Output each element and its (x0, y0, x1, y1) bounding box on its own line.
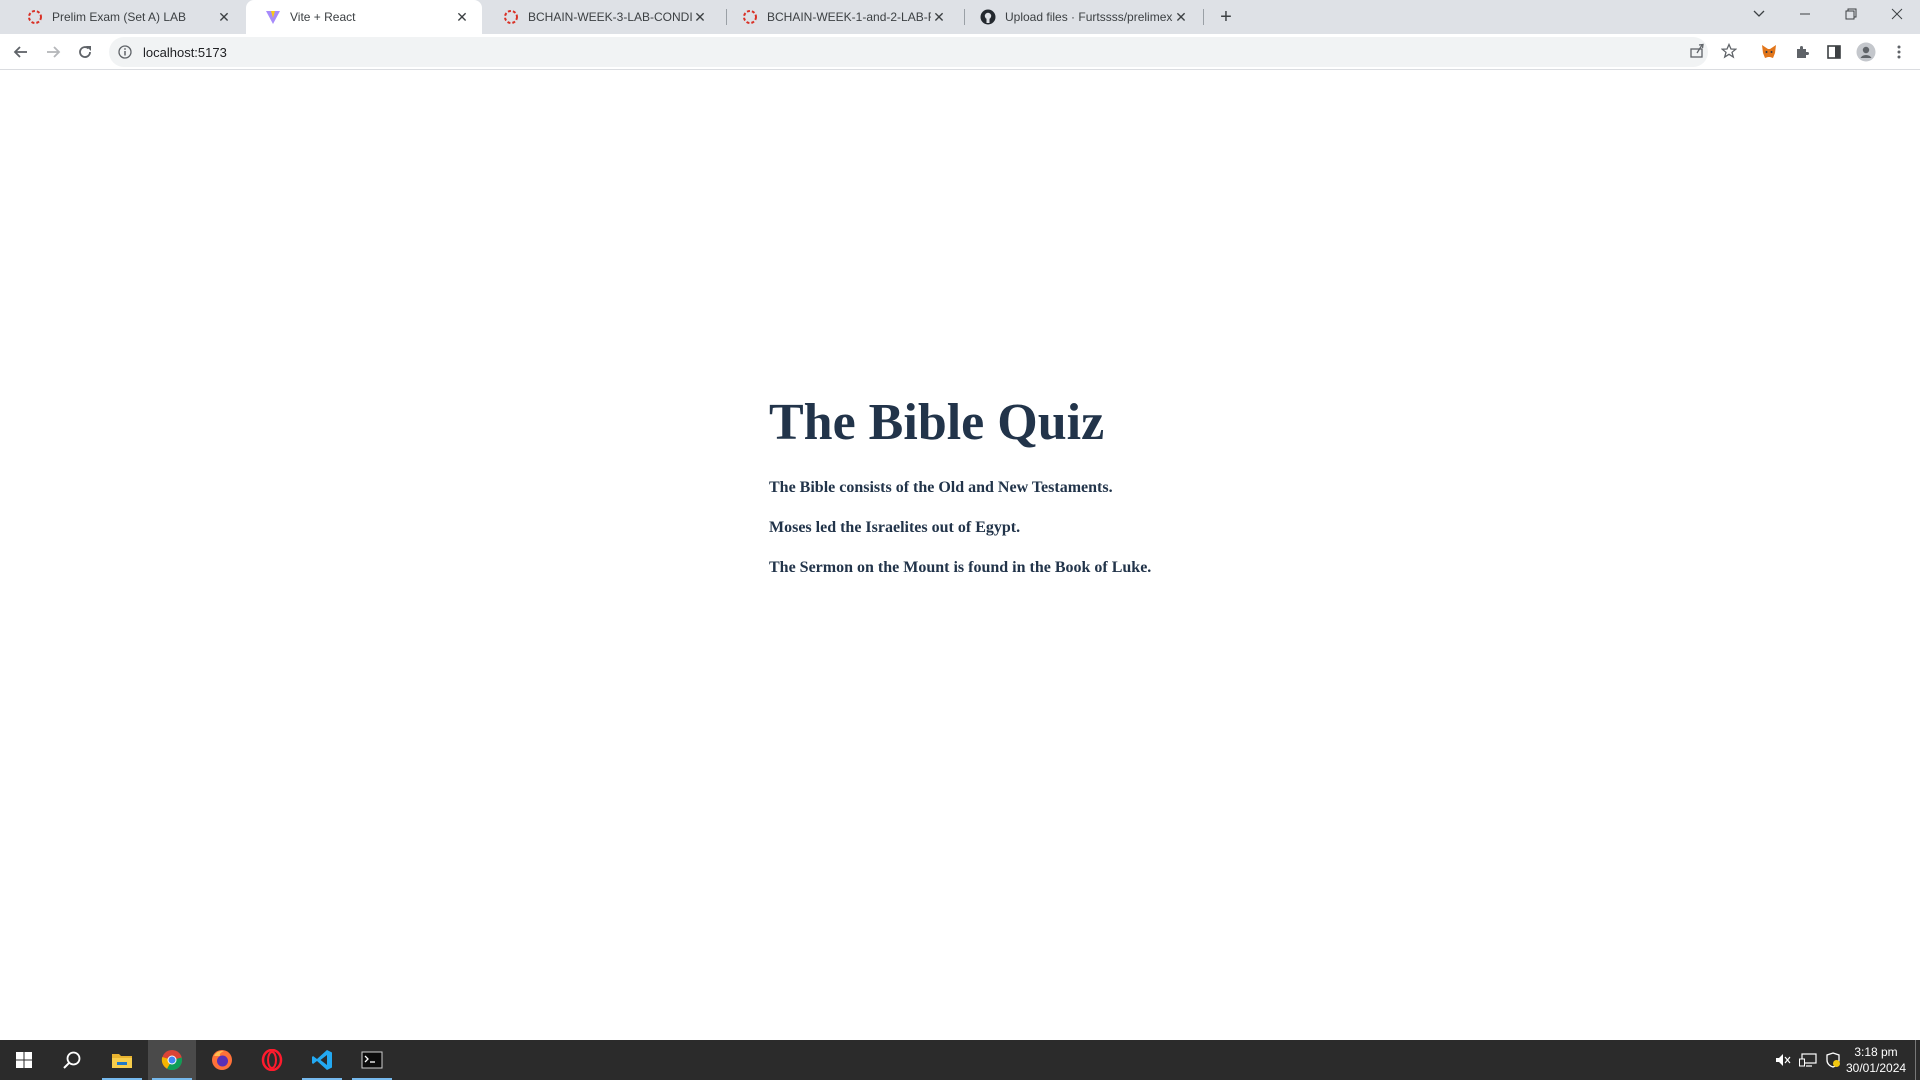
tab-close-icon[interactable]: ✕ (216, 9, 232, 25)
reload-button[interactable] (71, 38, 99, 66)
red-spinner-icon (503, 9, 519, 25)
tab-bchain-week-1-2[interactable]: BCHAIN-WEEK-1-and-2-LAB-REA ✕ (723, 0, 959, 34)
forward-button[interactable] (39, 38, 67, 66)
share-icon[interactable] (1687, 41, 1707, 61)
search-icon[interactable] (48, 1040, 96, 1080)
browser-toolbar: localhost:5173 (0, 34, 1920, 70)
address-bar[interactable]: localhost:5173 (109, 37, 1708, 67)
tab-upload-files[interactable]: Upload files · Furtssss/prelimexam ✕ (961, 0, 1201, 34)
quiz-statement: Moses led the Israelites out of Egypt. (769, 519, 1021, 536)
tab-separator (1203, 9, 1204, 25)
vite-icon (265, 9, 281, 25)
back-button[interactable] (7, 38, 35, 66)
page-title: The Bible Quiz (769, 394, 1105, 451)
github-icon (980, 9, 996, 25)
tab-prelim-exam[interactable]: Prelim Exam (Set A) LAB ✕ (8, 0, 244, 34)
tab-title: Prelim Exam (Set A) LAB (52, 10, 187, 24)
forward-arrow-icon (47, 46, 61, 58)
chrome-icon[interactable] (148, 1040, 196, 1080)
restore-button[interactable] (1828, 0, 1874, 28)
red-spinner-icon (742, 9, 758, 25)
minimize-button[interactable] (1782, 0, 1828, 28)
firefox-icon[interactable] (198, 1040, 246, 1080)
tab-bchain-week-3[interactable]: BCHAIN-WEEK-3-LAB-CONDITIO ✕ (484, 0, 720, 34)
bookmark-star-icon[interactable] (1719, 41, 1739, 61)
taskbar-clock[interactable]: 3:18 pm 30/01/2024 (1846, 1044, 1906, 1076)
terminal-icon[interactable] (348, 1040, 396, 1080)
address-url: localhost:5173 (143, 44, 227, 60)
tab-close-icon[interactable]: ✕ (454, 9, 470, 25)
tab-strip: Prelim Exam (Set A) LAB ✕ Vite + React ✕… (0, 0, 1920, 34)
tab-title: BCHAIN-WEEK-3-LAB-CONDITIO (528, 10, 692, 24)
clock-date: 30/01/2024 (1846, 1061, 1907, 1075)
close-window-button[interactable] (1874, 0, 1920, 28)
tab-close-icon[interactable]: ✕ (1173, 9, 1189, 25)
windows-taskbar: 3:18 pm 30/01/2024 (0, 1040, 1920, 1080)
extensions-puzzle-icon[interactable] (1791, 41, 1813, 63)
metamask-extension-icon[interactable] (1758, 41, 1780, 63)
file-explorer-icon[interactable] (98, 1040, 146, 1080)
side-panel-icon[interactable] (1823, 41, 1845, 63)
speaker-muted-icon[interactable] (1772, 1040, 1794, 1080)
opera-icon[interactable] (248, 1040, 296, 1080)
vscode-icon[interactable] (298, 1040, 346, 1080)
tab-title: Upload files · Furtssss/prelimexam (1005, 10, 1173, 24)
clock-time: 3:18 pm (1854, 1045, 1898, 1059)
security-shield-icon[interactable] (1822, 1040, 1844, 1080)
site-info-icon[interactable] (117, 44, 133, 60)
tab-search-chevron-icon[interactable] (1736, 0, 1782, 28)
network-icon[interactable] (1797, 1040, 1819, 1080)
windows-start-icon[interactable] (0, 1040, 48, 1080)
quiz-statement: The Sermon on the Mount is found in the … (769, 559, 1152, 576)
red-spinner-icon (27, 9, 43, 25)
tab-close-icon[interactable]: ✕ (931, 9, 947, 25)
chrome-menu-icon[interactable] (1888, 41, 1910, 63)
profile-avatar-icon[interactable] (1855, 41, 1877, 63)
tab-close-icon[interactable]: ✕ (692, 9, 708, 25)
quiz-statement: The Bible consists of the Old and New Te… (769, 479, 1113, 496)
back-arrow-icon (13, 46, 27, 58)
quiz-container: The Bible Quiz The Bible consists of the… (769, 393, 1151, 598)
tab-vite-react[interactable]: Vite + React ✕ (246, 0, 482, 34)
reload-icon (79, 46, 91, 58)
new-tab-button[interactable]: + (1213, 5, 1239, 31)
tab-title: BCHAIN-WEEK-1-and-2-LAB-REA (767, 10, 931, 24)
show-desktop-button[interactable] (1915, 1040, 1920, 1080)
tab-title: Vite + React (290, 10, 356, 24)
